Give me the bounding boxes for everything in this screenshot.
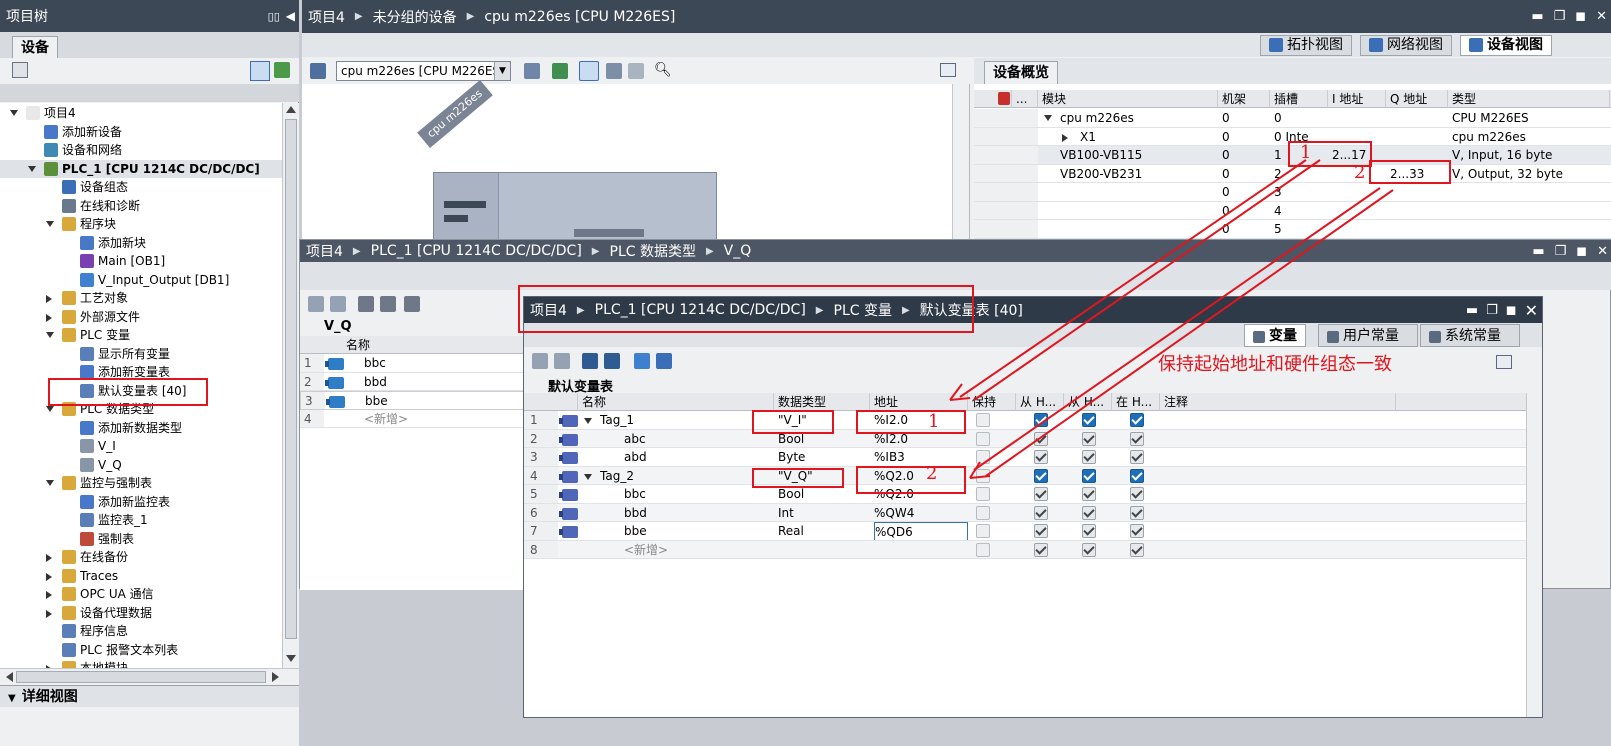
- arrow-2-line-b: [985, 189, 1394, 477]
- annotation-marker-2-b: 2: [926, 463, 938, 484]
- annotation-marker-1-b: 1: [928, 411, 940, 432]
- annotation-marker-1-a: 1: [1300, 142, 1312, 163]
- arrow-2-line-a: [973, 187, 1381, 471]
- annotation-marker-2-a: 2: [1354, 162, 1366, 183]
- arrow-2-head: [969, 461, 991, 479]
- annotation-note: 保持起始地址和硬件组态一致: [1158, 354, 1392, 375]
